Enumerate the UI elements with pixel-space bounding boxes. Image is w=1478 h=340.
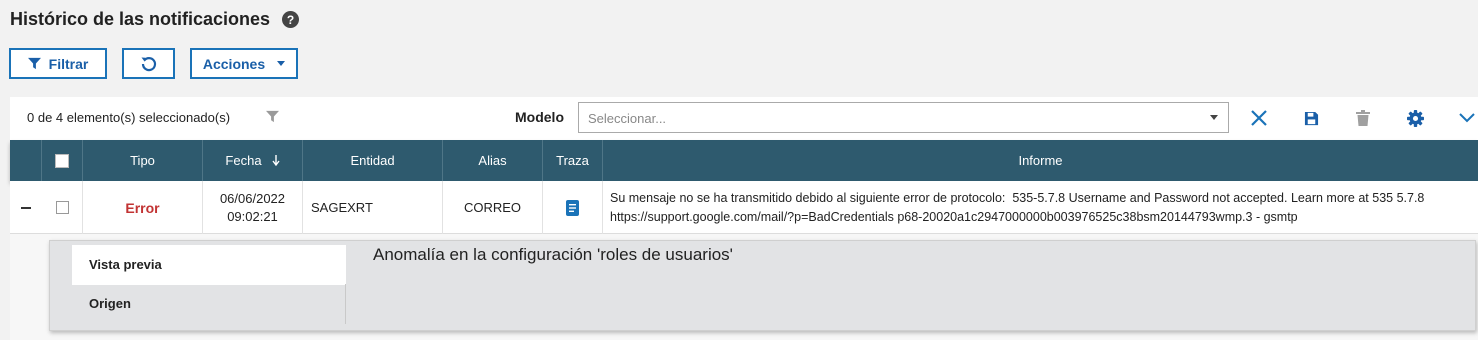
document-icon[interactable] — [566, 199, 579, 216]
table-row[interactable]: Error 06/06/2022 09:02:21 SAGEXRT CORREO… — [10, 181, 1478, 234]
column-header-fecha[interactable]: Fecha — [203, 140, 303, 181]
column-header-alias-label: Alias — [478, 153, 507, 168]
row-select-cell — [42, 181, 83, 234]
clear-button[interactable] — [1248, 107, 1270, 129]
column-header-tipo-label: Tipo — [130, 153, 155, 168]
save-icon — [1304, 111, 1318, 125]
column-header-traza[interactable]: Traza — [543, 140, 603, 181]
cell-fecha-time: 09:02:21 — [227, 208, 278, 224]
cell-alias-value: CORREO — [463, 200, 522, 215]
cell-traza — [543, 181, 603, 234]
cell-fecha-date: 06/06/2022 — [219, 190, 286, 206]
selection-count: 0 de 4 elemento(s) seleccionado(s) — [27, 110, 231, 125]
modelo-select[interactable]: Seleccionar... — [578, 102, 1229, 133]
sort-down-icon — [272, 155, 280, 166]
row-detail-panel: Vista previa Origen Anomalía en la confi… — [49, 240, 1476, 331]
status-badge: Error — [125, 199, 160, 216]
column-header-alias[interactable]: Alias — [443, 140, 543, 181]
chevron-down-icon — [277, 61, 286, 66]
chevron-down-icon — [1210, 115, 1218, 120]
cell-entidad-value: SAGEXRT — [311, 200, 373, 215]
column-header-entidad[interactable]: Entidad — [303, 140, 443, 181]
cell-informe-line2: https://support.google.com/mail/?p=BadCr… — [610, 209, 1298, 224]
row-checkbox[interactable] — [55, 201, 69, 214]
cell-fecha: 06/06/2022 09:02:21 — [203, 181, 303, 234]
close-icon — [1251, 110, 1267, 126]
tab-origen[interactable]: Origen — [72, 284, 346, 324]
actions-button[interactable]: Acciones — [190, 48, 298, 79]
grid-header: Tipo Fecha Entidad Alias Traza Informe — [10, 140, 1478, 181]
grid-toolbar: 0 de 4 elemento(s) seleccionado(s) Model… — [10, 97, 1478, 140]
page-title-text: Histórico de las notificaciones — [10, 9, 271, 29]
column-header-traza-label: Traza — [556, 153, 589, 168]
column-header-entidad-label: Entidad — [350, 153, 395, 168]
filter-button[interactable]: Filtrar — [9, 48, 107, 79]
save-button[interactable] — [1300, 107, 1322, 129]
row-detail-area: Vista previa Origen Anomalía en la confi… — [10, 234, 1478, 340]
modelo-placeholder: Seleccionar... — [588, 111, 667, 126]
refresh-icon — [141, 56, 156, 71]
collapse-icon — [21, 206, 31, 209]
refresh-button[interactable] — [122, 48, 175, 79]
cell-informe-line1: Su mensaje no se ha transmitido debido a… — [610, 190, 1425, 205]
delete-button[interactable] — [1352, 107, 1374, 129]
help-icon[interactable]: ? — [282, 11, 300, 28]
cell-entidad: SAGEXRT — [303, 181, 443, 234]
trash-icon — [1356, 110, 1370, 126]
column-header-tipo[interactable]: Tipo — [83, 140, 203, 181]
filter-button-label: Filtrar — [48, 55, 89, 72]
settings-button[interactable] — [1404, 107, 1426, 129]
tab-vista-previa[interactable]: Vista previa — [72, 245, 346, 285]
filter-icon — [27, 57, 41, 70]
expand-column-header — [10, 140, 42, 181]
row-collapse-button[interactable] — [10, 181, 42, 234]
gear-icon — [1406, 109, 1424, 127]
select-all-cell — [42, 140, 83, 181]
column-header-informe-label: Informe — [1018, 153, 1063, 168]
select-all-checkbox[interactable] — [55, 153, 69, 168]
page-title: Histórico de las notificaciones ? — [10, 9, 300, 30]
actions-button-label: Acciones — [202, 55, 266, 72]
column-header-informe[interactable]: Informe — [603, 140, 1478, 181]
cell-informe: Su mensaje no se ha transmitido debido a… — [603, 181, 1478, 234]
modelo-label: Modelo — [515, 109, 564, 125]
chevron-down-icon — [1459, 113, 1475, 123]
cell-alias: CORREO — [443, 181, 543, 234]
filter-icon[interactable] — [266, 110, 279, 123]
expand-toolbar-button[interactable] — [1456, 107, 1478, 129]
preview-text: Anomalía en la configuración 'roles de u… — [373, 245, 733, 264]
cell-tipo: Error — [83, 181, 203, 234]
column-header-fecha-label: Fecha — [225, 153, 262, 168]
